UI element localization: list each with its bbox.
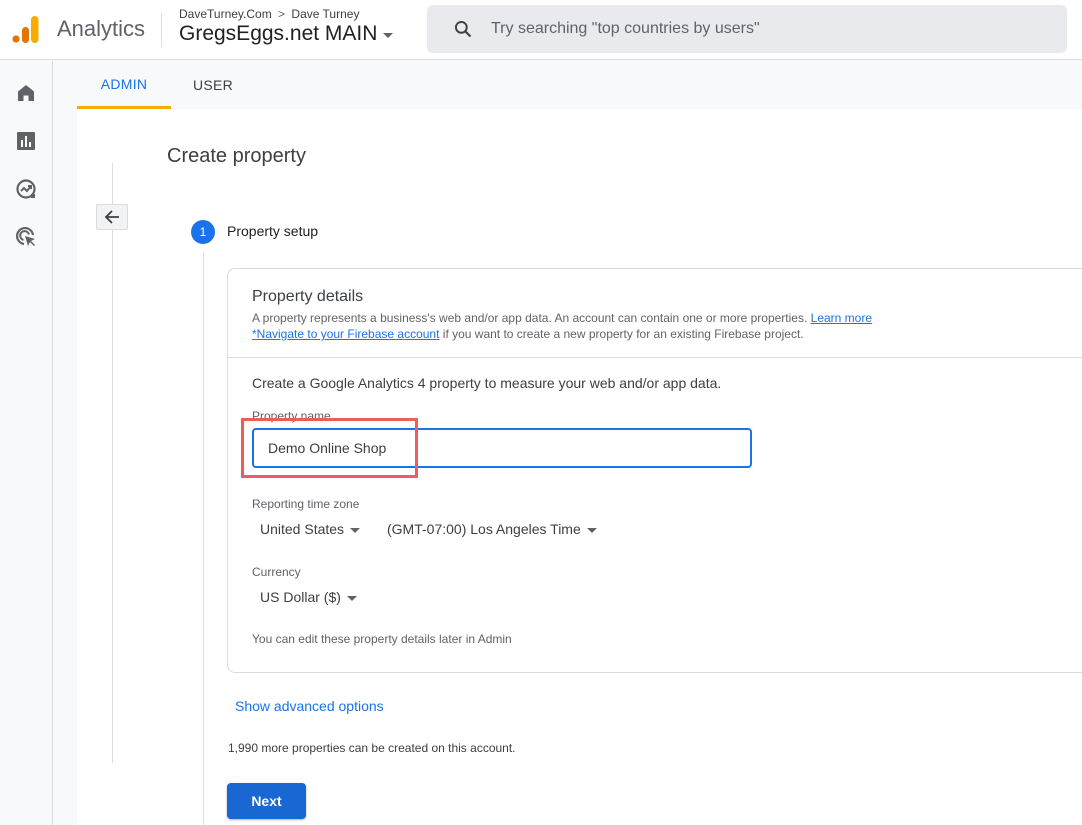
currency-label: Currency — [252, 565, 301, 579]
left-nav — [0, 61, 53, 825]
tab-user[interactable]: USER — [171, 61, 255, 109]
intro-text: Create a Google Analytics 4 property to … — [252, 375, 722, 391]
nav-reports[interactable] — [14, 129, 38, 153]
search-icon — [454, 20, 472, 38]
card-description: A property represents a business's web a… — [252, 310, 872, 342]
next-button[interactable]: Next — [227, 783, 306, 819]
top-app-bar: Analytics DaveTurney.Com > Dave Turney G… — [0, 0, 1082, 60]
card-title: Property details — [252, 288, 364, 305]
nav-advertising[interactable] — [14, 225, 38, 249]
property-name-label: Property name — [252, 409, 331, 423]
caret-down-icon — [350, 527, 361, 533]
timezone-label: Reporting time zone — [252, 497, 360, 511]
admin-user-tabs: ADMIN USER — [77, 61, 1082, 109]
home-icon — [18, 85, 34, 101]
country-dropdown[interactable]: United States — [260, 521, 361, 537]
step-connector-line — [203, 253, 204, 825]
card-header: Property details A property represents a… — [228, 269, 1082, 358]
stepper-rail — [112, 163, 113, 763]
property-name-input[interactable] — [252, 428, 752, 468]
learn-more-link[interactable]: Learn more — [811, 311, 872, 325]
currency-dropdown[interactable]: US Dollar ($) — [260, 589, 357, 605]
product-name: Analytics — [57, 16, 146, 41]
back-button[interactable] — [96, 204, 128, 230]
caret-down-icon — [383, 32, 394, 38]
caret-down-icon — [346, 595, 357, 601]
show-advanced-options-link[interactable]: Show advanced options — [235, 698, 384, 714]
tab-admin[interactable]: ADMIN — [77, 61, 171, 109]
main-content: Create property 1 Property setup Propert… — [77, 109, 1082, 825]
step-number-badge: 1 — [191, 220, 215, 244]
search-input[interactable]: Try searching "top countries by users" — [427, 5, 1067, 53]
bar-chart-icon — [17, 132, 35, 150]
currency-value: US Dollar ($) — [260, 589, 341, 605]
timezone-dropdown[interactable]: (GMT-07:00) Los Angeles Time — [387, 521, 597, 537]
country-value: United States — [260, 521, 345, 537]
breadcrumb[interactable]: DaveTurney.Com > Dave Turney — [179, 7, 359, 21]
arrow-back-icon — [104, 210, 119, 224]
timezone-value: (GMT-07:00) Los Angeles Time — [387, 521, 581, 537]
property-selector[interactable]: GregsEggs.net MAIN — [179, 22, 394, 46]
explore-icon — [16, 179, 36, 199]
card-desc-line1: A property represents a business's web a… — [252, 311, 808, 325]
search-placeholder: Try searching "top countries by users" — [491, 20, 760, 37]
breadcrumb-user[interactable]: Dave Turney — [291, 7, 359, 21]
page-title: Create property — [167, 145, 306, 167]
breadcrumb-account[interactable]: DaveTurney.Com — [179, 7, 272, 21]
property-details-card: Property details A property represents a… — [227, 268, 1082, 673]
chevron-right-icon: > — [278, 7, 286, 21]
caret-down-icon — [586, 527, 597, 533]
edit-later-hint: You can edit these property details late… — [252, 632, 512, 646]
nav-explore[interactable] — [14, 177, 38, 201]
card-desc-line2: if you want to create a new property for… — [439, 327, 804, 341]
header-divider — [161, 13, 162, 47]
target-cursor-icon — [15, 226, 35, 246]
property-quota-text: 1,990 more properties can be created on … — [228, 741, 516, 755]
analytics-logo-icon[interactable] — [12, 14, 40, 44]
property-selector-label: GregsEggs.net MAIN — [179, 22, 378, 45]
step-label: Property setup — [227, 223, 319, 239]
firebase-account-link[interactable]: *Navigate to your Firebase account — [252, 327, 439, 341]
nav-home[interactable] — [14, 81, 38, 105]
